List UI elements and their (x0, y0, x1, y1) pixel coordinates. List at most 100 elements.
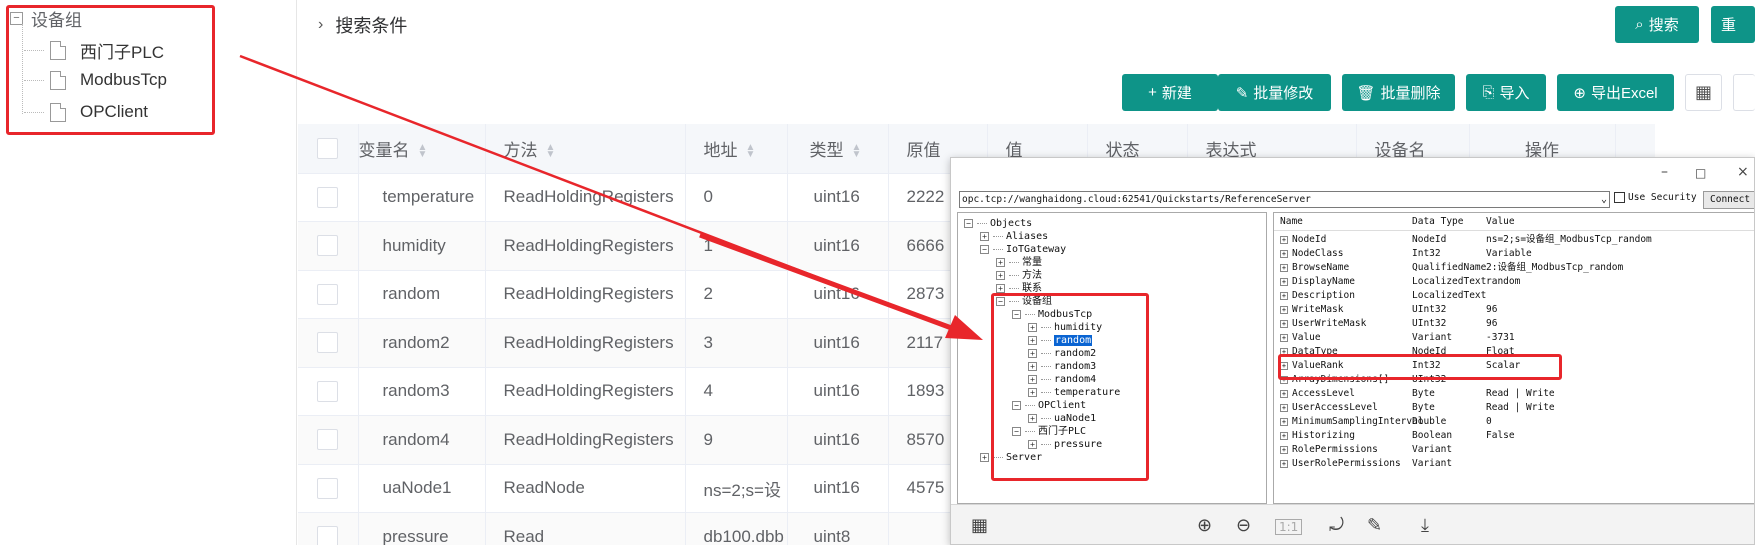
table-cell: 9 (685, 415, 788, 465)
batch-edit-button[interactable]: ✎ 批量修改 (1218, 74, 1331, 111)
pencil-icon: ✎ (1235, 84, 1249, 102)
endpoint-url-input[interactable]: opc.tcp://wanghaidong.cloud:62541/Quicks… (959, 191, 1610, 208)
expand-icon: + (1280, 264, 1288, 272)
row-checkbox[interactable] (317, 186, 339, 208)
table-cell: ReadHoldingRegisters (485, 270, 686, 319)
batch-delete-button[interactable]: 🗑 批量删除 (1342, 74, 1455, 111)
table-cell: 3 (685, 318, 788, 368)
table-cell: ns=2;s=设 (685, 464, 788, 513)
sort-icon: ▲ ▼ (851, 142, 862, 161)
table-cell: 0 (685, 173, 788, 222)
table-cell: uint16 (787, 221, 889, 271)
expand-icon: + (1280, 250, 1288, 258)
row-checkbox[interactable] (317, 332, 339, 354)
table-cell: uint16 (787, 464, 889, 513)
sort-icon: ▲ ▼ (745, 142, 756, 161)
row-checkbox[interactable] (317, 477, 339, 499)
table-cell: pressure (358, 512, 486, 545)
highlight-box-opc-tree (991, 293, 1149, 481)
select-all-checkbox[interactable] (317, 137, 339, 159)
table-cell: ReadHoldingRegisters (485, 367, 686, 416)
header-method[interactable]: 方法 ▲ ▼ (485, 124, 686, 174)
row-checkbox[interactable] (317, 380, 339, 402)
chevron-down-icon[interactable]: ⌄ (1601, 192, 1607, 207)
search-button[interactable]: ⌕ 搜索 (1615, 6, 1699, 43)
table-cell: random4 (358, 415, 486, 465)
select-all-cell (298, 124, 359, 174)
zoom-out-icon[interactable]: ⊖ (1236, 515, 1251, 536)
expand-icon: + (1280, 278, 1288, 286)
table-cell: uint16 (787, 367, 889, 416)
table-cell: Read (485, 512, 686, 545)
import-icon: ⎘ (1482, 84, 1495, 101)
actual-size-icon[interactable]: 1:1 (1275, 519, 1303, 535)
maximize-icon[interactable]: □ (1695, 166, 1706, 180)
grid-view-icon[interactable]: ▦ (1685, 74, 1722, 111)
expand-icon: + (1280, 292, 1288, 300)
tree-node-aliases[interactable]: + Aliases (980, 231, 1048, 243)
chevron-right-icon: › (318, 16, 324, 33)
trash-icon: 🗑 (1356, 84, 1376, 102)
table-cell: uaNode1 (358, 464, 486, 513)
edit-icon[interactable]: ✎ (1367, 515, 1382, 536)
expand-icon: + (1280, 404, 1288, 412)
sort-icon: ▲ ▼ (417, 142, 428, 161)
connect-button[interactable]: Connect (1703, 191, 1754, 209)
table-cell: 2 (685, 270, 788, 319)
grid-icon[interactable]: ▦ (971, 515, 988, 536)
highlight-box-value (1278, 354, 1562, 380)
table-cell: random (358, 270, 486, 319)
table-cell: uint16 (787, 415, 889, 465)
opc-browse-tree: − Objects + Aliases − IoTGateway + 常量 + 方法 + 联… (957, 212, 1267, 504)
highlight-box-tree (6, 5, 215, 135)
expand-icon: + (1280, 306, 1288, 314)
close-icon[interactable]: × (1737, 164, 1749, 180)
table-cell: temperature (358, 173, 486, 222)
new-button[interactable]: + 新建 (1122, 74, 1218, 111)
table-cell: ReadHoldingRegisters (485, 415, 686, 465)
row-checkbox[interactable] (317, 235, 339, 257)
column-settings-icon[interactable] (1733, 74, 1755, 111)
search-icon: ⌕ (1635, 16, 1644, 33)
reset-button[interactable]: 重 (1711, 6, 1755, 43)
table-cell: random3 (358, 367, 486, 416)
tree-node-iotgateway[interactable]: − IoTGateway (980, 244, 1066, 256)
attributes-header: Name Data Type Value (1274, 213, 1754, 231)
tree-node-methods[interactable]: + 方法 (996, 270, 1042, 282)
search-conditions-toggle[interactable]: › 搜索条件 (318, 12, 407, 38)
opc-client-window: – □ × opc.tcp://wanghaidong.cloud:62541/… (950, 157, 1755, 545)
expand-icon: + (1280, 432, 1288, 440)
import-button[interactable]: ⎘ 导入 (1466, 74, 1546, 111)
table-cell: 1 (685, 221, 788, 271)
table-cell: ReadHoldingRegisters (485, 318, 686, 368)
sort-icon: ▲ ▼ (545, 142, 556, 161)
viewer-toolbar: ▦ ⊕ ⊖ 1:1 ⤾ ✎ ⤓ (951, 504, 1754, 544)
table-cell: uint8 (787, 512, 889, 545)
export-excel-button[interactable]: ⊕ 导出Excel (1557, 74, 1674, 111)
row-checkbox[interactable] (317, 429, 339, 451)
rotate-icon[interactable]: ⤾ (1329, 515, 1344, 536)
tree-node-objects[interactable]: − Objects (964, 218, 1032, 230)
table-cell: humidity (358, 221, 486, 271)
search-conditions-title: 搜索条件 (335, 16, 408, 36)
expand-icon: + (1280, 236, 1288, 244)
table-cell: random2 (358, 318, 486, 368)
zoom-in-icon[interactable]: ⊕ (1197, 515, 1212, 536)
header-address[interactable]: 地址 ▲ ▼ (685, 124, 788, 174)
expand-icon: + (1280, 334, 1288, 342)
use-security-checkbox[interactable]: Use Security (1614, 192, 1697, 203)
minimize-icon[interactable]: – (1661, 164, 1668, 180)
row-checkbox[interactable] (317, 526, 339, 545)
download-icon: ⊕ (1573, 84, 1586, 102)
expand-icon: + (1280, 460, 1288, 468)
header-type[interactable]: 类型 ▲ ▼ (787, 124, 889, 174)
tree-node-constants[interactable]: + 常量 (996, 257, 1042, 269)
plus-icon: + (1148, 84, 1157, 101)
header-var-name[interactable]: 变量名 ▲ ▼ (358, 124, 486, 174)
table-cell: ReadHoldingRegisters (485, 173, 686, 222)
table-cell: ReadNode (485, 464, 686, 513)
table-cell: db100.dbb (685, 512, 788, 545)
row-checkbox[interactable] (317, 283, 339, 305)
table-cell: uint16 (787, 270, 889, 319)
download-icon[interactable]: ⤓ (1421, 515, 1429, 536)
